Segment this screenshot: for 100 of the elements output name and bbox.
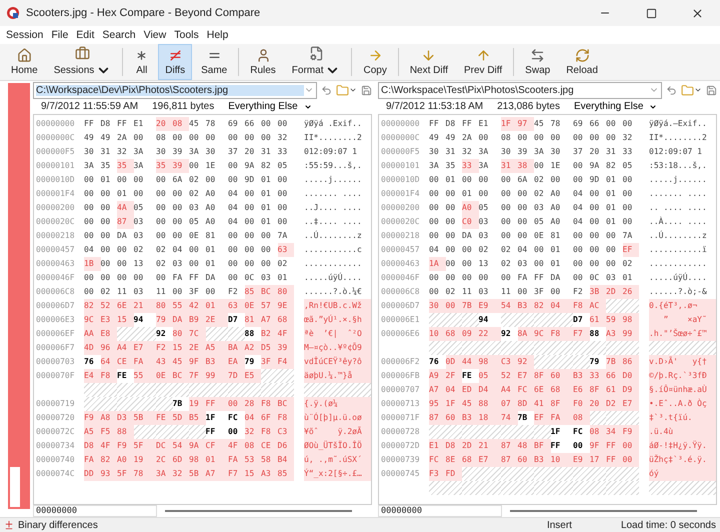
byte-cell-text: 3A bbox=[84, 160, 95, 172]
byte-cell-text: 00 bbox=[244, 258, 256, 270]
byte-cell-text: 00 bbox=[573, 258, 584, 270]
ascii-text: .. .... .... bbox=[649, 202, 708, 214]
byte-cell: 74 bbox=[501, 411, 518, 425]
ascii-text: ..J.... .... bbox=[304, 202, 363, 214]
byte-cell-text: 00 bbox=[189, 244, 200, 256]
offset-field[interactable]: 00000000 bbox=[33, 505, 157, 517]
byte-cell-text: A0 bbox=[550, 216, 562, 228]
save-button[interactable] bbox=[706, 84, 717, 96]
menu-item[interactable]: View bbox=[144, 29, 166, 41]
byte-cell: E7 bbox=[134, 341, 156, 355]
menu-item[interactable]: Edit bbox=[76, 29, 94, 41]
open-folder-button[interactable] bbox=[681, 84, 702, 96]
ascii-text: 012:09:07 1 bbox=[649, 146, 703, 158]
toolbar-button[interactable]: Swap bbox=[518, 44, 558, 80]
menu-item[interactable]: Tools bbox=[174, 29, 199, 41]
byte-cell-text: 11 bbox=[156, 286, 167, 298]
load-time-label: Load time: 0 seconds bbox=[620, 520, 716, 530]
scrollbar-thumb[interactable] bbox=[510, 510, 697, 512]
byte-cell: B9 bbox=[189, 313, 206, 327]
toolbar-button[interactable]: Format bbox=[284, 44, 348, 80]
menu-item[interactable]: Search bbox=[102, 29, 136, 41]
offset-label: 000006F7 bbox=[35, 342, 76, 354]
byte-cell-text: 01 bbox=[261, 202, 272, 214]
format-dropdown[interactable]: Everything Else bbox=[228, 101, 312, 112]
byte-cell-text: 81 bbox=[206, 230, 216, 242]
ascii-text: vdÎúCEŸ³êy?ô bbox=[304, 355, 371, 369]
menu-item[interactable]: File bbox=[51, 29, 68, 41]
undo-button[interactable] bbox=[321, 84, 332, 96]
byte-cell: 04 bbox=[550, 299, 573, 313]
byte-cell-text: FA bbox=[518, 272, 528, 284]
byte-cell: 18 bbox=[478, 411, 501, 425]
byte-cell-text: 00 bbox=[446, 202, 456, 214]
byte-cell: 38 bbox=[518, 159, 534, 173]
byte-cell: A4 bbox=[117, 341, 134, 355]
toolbar-button[interactable]: Same bbox=[194, 44, 234, 80]
menu-item[interactable]: Help bbox=[206, 29, 228, 41]
ascii-text: ” ×aY˜ bbox=[649, 313, 716, 327]
byte-cell-text: 11 bbox=[117, 286, 128, 298]
byte-cell: 00 bbox=[622, 453, 639, 467]
byte-cell: E6 bbox=[573, 383, 590, 397]
byte-cell-text: 01 bbox=[606, 174, 617, 186]
byte-cell: 78 bbox=[134, 467, 156, 481]
byte-cell-text: 03 bbox=[189, 202, 200, 214]
byte-cell: 0E bbox=[244, 299, 261, 313]
byte-cell-text: FF bbox=[429, 118, 440, 130]
byte-cell-text: 00 bbox=[534, 160, 545, 172]
offset-field[interactable]: 00000000 bbox=[378, 505, 502, 517]
byte-cell: FF bbox=[606, 453, 622, 467]
open-folder-button[interactable] bbox=[336, 84, 357, 96]
byte-cell-text: 00 bbox=[84, 230, 95, 242]
ascii-text: .h."’Šœø÷ˆ£™ bbox=[649, 327, 716, 341]
byte-cell-text: 03 bbox=[478, 216, 490, 228]
folder-icon bbox=[336, 84, 349, 96]
byte-cell: D9 bbox=[622, 383, 639, 397]
byte-cell: 15 bbox=[117, 313, 134, 327]
byte-cell: 5B bbox=[189, 467, 206, 481]
byte-cell-text: 32 bbox=[117, 146, 128, 158]
byte-cell: 81 bbox=[244, 313, 261, 327]
byte-cell: FA bbox=[550, 411, 573, 425]
path-field[interactable]: C:\Workspace\Dev\Pix\Photos\Scooters.jpg bbox=[33, 82, 317, 98]
byte-cell-text: 32 bbox=[278, 132, 288, 144]
byte-cell: 4A bbox=[117, 201, 134, 215]
byte-cell: 10 bbox=[429, 327, 446, 341]
byte-cell: 87 bbox=[501, 439, 518, 453]
byte-cell-text: 66 bbox=[244, 118, 256, 130]
byte-cell: 33 bbox=[590, 369, 606, 383]
byte-cell-text: 00 bbox=[228, 258, 239, 270]
byte-cell: F8 bbox=[573, 299, 590, 313]
byte-cell-text: 04 bbox=[84, 244, 95, 256]
byte-cell-text: 82 bbox=[261, 160, 272, 172]
toolbar-button[interactable]: Sessions bbox=[46, 44, 118, 80]
byte-cell: 88 bbox=[478, 397, 501, 411]
format-dropdown[interactable]: Everything Else bbox=[574, 101, 658, 112]
path-field[interactable]: C:\Workspace\Test\Pix\Photos\Scooters.jpg bbox=[378, 82, 662, 98]
toolbar-button[interactable]: Reload bbox=[559, 44, 605, 80]
byte-cell-text: D8 bbox=[446, 118, 456, 130]
ascii-text: ....... .... bbox=[304, 188, 363, 200]
toolbar-button[interactable]: Rules bbox=[243, 44, 283, 80]
byte-cell: F8 bbox=[261, 397, 278, 411]
byte-cell-text: 00 bbox=[622, 174, 634, 186]
byte-cell-text: 02 bbox=[189, 188, 200, 200]
byte-cell: 3B bbox=[590, 285, 606, 299]
offset-label: 0000072C bbox=[35, 426, 76, 438]
toolbar-button[interactable]: Next Diff bbox=[402, 44, 455, 80]
toolbar-button[interactable]: Copy bbox=[356, 44, 394, 80]
scrollbar-thumb[interactable] bbox=[165, 510, 352, 512]
toolbar-button[interactable]: Home bbox=[4, 44, 45, 80]
save-button[interactable] bbox=[361, 84, 372, 96]
byte-cell: 4D bbox=[84, 341, 100, 355]
byte-cell-text: DA bbox=[117, 230, 128, 242]
byte-cell: 79 bbox=[156, 313, 172, 327]
undo-button[interactable] bbox=[666, 84, 677, 96]
byte-cell: 08 bbox=[172, 117, 189, 131]
toolbar-button[interactable]: Diffs bbox=[158, 44, 192, 80]
byte-cell: A0 bbox=[462, 201, 478, 215]
toolbar-button[interactable]: All bbox=[127, 44, 156, 80]
toolbar-button[interactable]: Prev Diff bbox=[457, 44, 510, 80]
menu-item[interactable]: Session bbox=[6, 29, 44, 41]
